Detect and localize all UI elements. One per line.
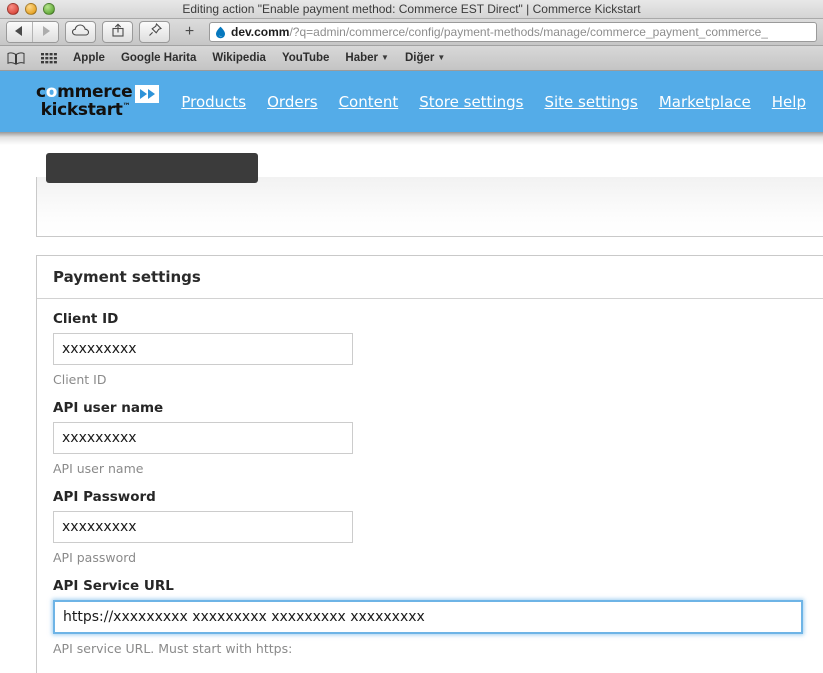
bookmark-label: Wikipedia bbox=[212, 52, 266, 64]
bookmark-label: Haber bbox=[345, 52, 379, 64]
bookmark-item-apple[interactable]: Apple bbox=[73, 52, 105, 64]
field-label-api-user-name: API user name bbox=[53, 400, 164, 416]
back-button[interactable] bbox=[7, 22, 32, 42]
logo-line-kickstart: kickstart™ bbox=[36, 99, 132, 120]
field-description-api-user-name: API user name bbox=[53, 461, 144, 476]
client-id-input[interactable] bbox=[53, 333, 353, 365]
window-titlebar: Editing action "Enable payment method: C… bbox=[0, 0, 823, 19]
top-sites-icon[interactable] bbox=[41, 52, 57, 65]
browser-window: Editing action "Enable payment method: C… bbox=[0, 0, 823, 673]
logo-kickstart: kickstart bbox=[40, 99, 123, 120]
minimize-window-button[interactable] bbox=[25, 3, 37, 15]
api-service-url-input[interactable] bbox=[53, 600, 803, 634]
share-icon bbox=[111, 23, 125, 42]
reading-list-icon[interactable] bbox=[7, 51, 25, 65]
browser-toolbar: + dev.comm/?q=admin/commerce/config/paym… bbox=[0, 19, 823, 46]
bookmark-label: Diğer bbox=[404, 52, 435, 64]
address-bar[interactable]: dev.comm/?q=admin/commerce/config/paymen… bbox=[209, 22, 817, 42]
trademark-symbol: ™ bbox=[122, 100, 131, 110]
bookmark-label: YouTube bbox=[281, 52, 330, 64]
bookmark-folder-haber[interactable]: Haber ▼ bbox=[345, 52, 389, 64]
previous-section-header bbox=[46, 153, 258, 183]
field-api-user-name: API user name API user name bbox=[53, 400, 823, 476]
bookmark-folder-diger[interactable]: Diğer ▼ bbox=[405, 52, 445, 64]
double-play-icon bbox=[135, 85, 160, 104]
navigation-buttons bbox=[6, 21, 59, 43]
close-window-button[interactable] bbox=[7, 3, 19, 15]
payment-settings-header: Payment settings bbox=[37, 256, 823, 299]
nav-item-products[interactable]: Products bbox=[181, 93, 246, 111]
field-label-api-service-url: API Service URL bbox=[53, 578, 174, 594]
nav-item-marketplace[interactable]: Marketplace bbox=[659, 93, 751, 111]
nav-item-content[interactable]: Content bbox=[339, 93, 399, 111]
share-button[interactable] bbox=[102, 21, 133, 43]
forward-arrow-icon bbox=[41, 23, 50, 41]
page-title: Payment settings bbox=[53, 268, 201, 286]
bookmark-item-youtube[interactable]: YouTube bbox=[282, 52, 329, 64]
drupal-droplet-icon bbox=[214, 26, 227, 39]
nav-item-site-settings[interactable]: Site settings bbox=[544, 93, 637, 111]
previous-form-section bbox=[36, 153, 823, 237]
field-label-client-id: Client ID bbox=[53, 311, 119, 327]
field-description-api-password: API password bbox=[53, 550, 137, 565]
site-nav-menu: Products Orders Content Store settings S… bbox=[181, 93, 806, 111]
new-tab-button[interactable]: + bbox=[176, 22, 203, 42]
payment-settings-body: Client ID Client ID API user name API us… bbox=[37, 299, 823, 673]
bookmarks-bar: Apple Google Harita Wikipedia YouTube Ha… bbox=[0, 46, 823, 71]
forward-button[interactable] bbox=[32, 22, 58, 42]
window-title: Editing action "Enable payment method: C… bbox=[182, 2, 641, 16]
window-traffic-lights bbox=[7, 3, 55, 15]
field-description-api-service-url: API service URL. Must start with https: bbox=[53, 641, 293, 656]
address-host: dev.comm bbox=[231, 25, 290, 39]
payment-settings-panel: Payment settings Client ID Client ID API… bbox=[36, 255, 823, 673]
field-description-client-id: Client ID bbox=[53, 372, 107, 387]
icloud-icon bbox=[71, 23, 90, 41]
logo-text: commerce kickstart™ bbox=[36, 84, 133, 120]
page-content: Payment settings Client ID Client ID API… bbox=[0, 71, 823, 673]
field-label-api-password: API Password bbox=[53, 489, 156, 505]
bookmark-item-wikipedia[interactable]: Wikipedia bbox=[212, 52, 266, 64]
chevron-down-icon: ▼ bbox=[381, 53, 389, 62]
address-bar-text: dev.comm/?q=admin/commerce/config/paymen… bbox=[231, 25, 768, 39]
bookmark-label: Google Harita bbox=[120, 52, 197, 64]
field-api-service-url: API Service URL API service URL. Must st… bbox=[53, 578, 823, 656]
icloud-tabs-button[interactable] bbox=[65, 21, 96, 43]
commerce-kickstart-logo[interactable]: commerce kickstart™ bbox=[36, 84, 160, 120]
api-password-input[interactable] bbox=[53, 511, 353, 543]
field-client-id: Client ID Client ID bbox=[53, 311, 823, 387]
site-navbar: commerce kickstart™ Products Orders Cont… bbox=[0, 71, 823, 132]
page-viewport: Payment settings Client ID Client ID API… bbox=[0, 71, 823, 673]
pin-icon bbox=[148, 22, 162, 42]
nav-item-orders[interactable]: Orders bbox=[267, 93, 317, 111]
address-path: /?q=admin/commerce/config/payment-method… bbox=[289, 25, 769, 39]
field-api-password: API Password API password bbox=[53, 489, 823, 565]
back-arrow-icon bbox=[15, 23, 24, 41]
add-bookmark-button[interactable] bbox=[139, 21, 170, 43]
nav-item-help[interactable]: Help bbox=[772, 93, 806, 111]
api-user-name-input[interactable] bbox=[53, 422, 353, 454]
zoom-window-button[interactable] bbox=[43, 3, 55, 15]
bookmark-item-google-harita[interactable]: Google Harita bbox=[121, 52, 196, 64]
nav-item-store-settings[interactable]: Store settings bbox=[419, 93, 523, 111]
bookmark-label: Apple bbox=[73, 52, 105, 64]
chevron-down-icon: ▼ bbox=[437, 53, 446, 62]
